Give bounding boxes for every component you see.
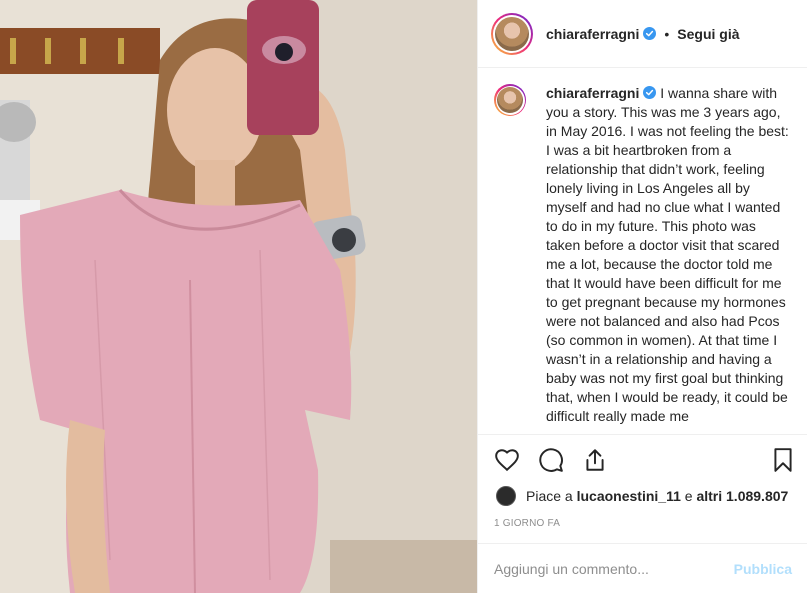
phone xyxy=(247,0,319,135)
comment-bubble-icon[interactable] xyxy=(538,447,564,473)
likes-others-count[interactable]: altri 1.089.807 xyxy=(696,488,788,504)
comment-input[interactable] xyxy=(494,560,726,577)
share-icon[interactable] xyxy=(582,447,608,473)
caption-author-avatar[interactable] xyxy=(494,84,526,116)
caption-username[interactable]: chiaraferragni xyxy=(546,85,639,101)
verified-badge-icon xyxy=(643,27,657,40)
bookmark-icon[interactable] xyxy=(770,447,796,473)
author-username[interactable]: chiaraferragni xyxy=(546,26,639,42)
verified-badge-icon xyxy=(643,86,657,99)
post-caption: chiaraferragni I wanna share with you a … xyxy=(546,84,792,426)
post-photo-illustration xyxy=(0,0,477,593)
caption-text: I wanna share with you a story. This was… xyxy=(546,85,789,424)
liker-username[interactable]: lucaonestini_11 xyxy=(577,488,681,504)
post-timestamp[interactable]: 1 GIORNO FA xyxy=(494,518,560,529)
author-avatar[interactable] xyxy=(491,12,533,55)
likes-prefix: Piace a xyxy=(526,488,573,504)
post-header: chiaraferragni • Segui già xyxy=(478,0,807,68)
publish-button[interactable]: Pubblica xyxy=(734,561,792,577)
likes-summary: Piace a lucaonestini_11 e altri 1.089.80… xyxy=(496,486,788,506)
liker-avatar[interactable] xyxy=(496,486,516,506)
post-side-panel: chiaraferragni • Segui già chiaraferragn… xyxy=(477,0,807,593)
likes-joiner: e xyxy=(684,488,693,504)
separator-dot: • xyxy=(664,25,670,42)
caption-scroll-area[interactable]: chiaraferragni I wanna share with you a … xyxy=(478,68,807,434)
heart-icon[interactable] xyxy=(494,447,520,473)
post-photo[interactable] xyxy=(0,0,477,593)
follow-status-button[interactable]: Segui già xyxy=(677,26,739,42)
comment-form: Pubblica xyxy=(478,543,807,593)
post-actions xyxy=(478,434,807,484)
